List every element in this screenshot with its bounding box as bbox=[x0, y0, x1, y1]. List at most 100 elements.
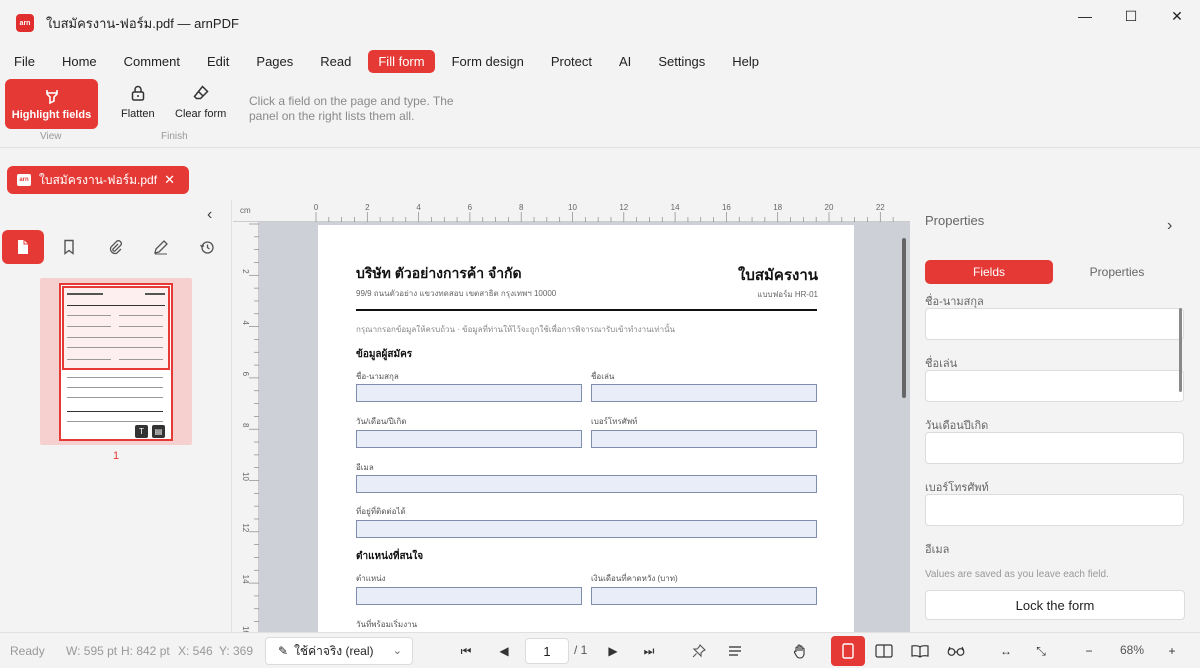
document-view[interactable]: cm 0 2 4 6 8 10 12 14 16 18 20 22 2 4 6 8 10 12 14 16 บริษั… bbox=[233, 200, 910, 632]
clear-form-button[interactable]: Clear form bbox=[175, 84, 226, 120]
fields-scrollbar[interactable] bbox=[1179, 308, 1182, 392]
status-bar: Ready W: 595 pt H: 842 pt X: 546 Y: 369 … bbox=[0, 632, 1200, 668]
thumbnail-visible-area bbox=[62, 286, 170, 370]
rp-input-phone[interactable] bbox=[925, 494, 1184, 526]
rp-input-fullname[interactable] bbox=[925, 308, 1184, 340]
close-window-button[interactable]: ✕ bbox=[1154, 0, 1200, 32]
label-email: อีเมล bbox=[356, 463, 374, 472]
vertical-ruler-ticks: 246810121416 bbox=[241, 223, 259, 632]
clear-form-label: Clear form bbox=[175, 108, 227, 120]
left-panel: ‹ T ▤ 1 bbox=[0, 200, 232, 632]
ruler-label: 8 bbox=[519, 203, 524, 212]
ribbon: Highlight fields View Flatten Clear form… bbox=[0, 76, 1200, 148]
lock-form-button[interactable]: Lock the form bbox=[925, 590, 1185, 620]
collapse-right-panel-icon[interactable]: › bbox=[1167, 217, 1172, 235]
collapse-left-panel-icon[interactable]: ‹ bbox=[207, 206, 212, 224]
pdf-page: บริษัท ตัวอย่างการค้า จำกัด ใบสมัครงาน 9… bbox=[318, 225, 854, 632]
document-scrollbar[interactable] bbox=[902, 238, 906, 398]
zoom-in-icon[interactable]: + bbox=[1161, 641, 1183, 661]
field-position[interactable] bbox=[356, 587, 582, 605]
section-position: ตำแหน่งที่สนใจ bbox=[356, 551, 424, 562]
hand-tool-icon[interactable] bbox=[789, 641, 811, 661]
page-total: / 1 bbox=[574, 643, 588, 657]
field-birthdate[interactable] bbox=[356, 430, 582, 448]
fit-width-icon[interactable]: ↔ bbox=[995, 641, 1017, 661]
tab-fields[interactable]: Fields bbox=[925, 260, 1053, 284]
page-height: H: 842 pt bbox=[121, 644, 170, 658]
tab-signatures[interactable] bbox=[140, 230, 182, 264]
field-salary[interactable] bbox=[591, 587, 817, 605]
fit-page-icon[interactable]: ⤡ bbox=[1030, 641, 1052, 661]
minimize-button[interactable]: — bbox=[1062, 0, 1108, 32]
document-tab-label: ใบสมัครงาน-ฟอร์ม.pdf bbox=[39, 172, 158, 187]
book-view-icon[interactable] bbox=[909, 641, 931, 661]
page-number-input[interactable]: 1 bbox=[525, 638, 569, 664]
thumbnail-page: T ▤ bbox=[59, 283, 173, 441]
value-mode-select[interactable]: ✎ ใช้ค่าจริง (real) ⌄ bbox=[265, 637, 413, 665]
tab-pages[interactable] bbox=[2, 230, 44, 264]
right-panel: Properties › Fields Properties ชื่อ-นามส… bbox=[911, 200, 1200, 632]
menu-ai[interactable]: AI bbox=[609, 50, 641, 73]
menu-form-design[interactable]: Form design bbox=[442, 50, 534, 73]
tab-attachments[interactable] bbox=[94, 230, 136, 264]
single-page-view-button[interactable] bbox=[831, 636, 865, 666]
value-mode-label: ใช้ค่าจริง (real) bbox=[294, 643, 374, 658]
label-nickname: ชื่อเล่น bbox=[591, 372, 615, 381]
menu-comment[interactable]: Comment bbox=[114, 50, 190, 73]
field-phone[interactable] bbox=[591, 430, 817, 448]
field-email[interactable] bbox=[356, 475, 817, 493]
single-page-icon bbox=[842, 643, 854, 659]
ruler-label: 20 bbox=[825, 203, 834, 212]
page-thumbnail[interactable]: T ▤ bbox=[40, 278, 192, 445]
last-page-icon[interactable]: ⏭ bbox=[638, 641, 660, 661]
document-tab[interactable]: arn ใบสมัครงาน-ฟอร์ม.pdf ✕ bbox=[7, 166, 189, 194]
menu-protect[interactable]: Protect bbox=[541, 50, 602, 73]
window-title: ใบสมัครงาน-ฟอร์ม.pdf — arnPDF bbox=[46, 15, 239, 31]
rp-input-nickname[interactable] bbox=[925, 370, 1184, 402]
tab-properties[interactable]: Properties bbox=[1053, 260, 1181, 284]
rp-input-birthdate[interactable] bbox=[925, 432, 1184, 464]
menu-help[interactable]: Help bbox=[722, 50, 769, 73]
panel-segment: Fields Properties bbox=[925, 260, 1185, 284]
menu-edit[interactable]: Edit bbox=[197, 50, 239, 73]
menu-home[interactable]: Home bbox=[52, 50, 107, 73]
pin-icon[interactable] bbox=[688, 641, 710, 661]
flatten-button[interactable]: Flatten bbox=[121, 84, 155, 120]
tab-history[interactable] bbox=[186, 230, 228, 264]
field-fullname[interactable] bbox=[356, 384, 582, 402]
highlight-fields-label: Highlight fields bbox=[11, 108, 92, 121]
label-fullname: ชื่อ-นามสกุล bbox=[356, 372, 399, 381]
status-ready: Ready bbox=[10, 644, 45, 658]
two-page-view-icon[interactable] bbox=[873, 641, 895, 661]
close-tab-icon[interactable]: ✕ bbox=[164, 172, 175, 188]
signature-pen-icon bbox=[154, 240, 168, 255]
menu-settings[interactable]: Settings bbox=[648, 50, 715, 73]
field-nickname[interactable] bbox=[591, 384, 817, 402]
next-page-icon[interactable]: ▶ bbox=[602, 641, 624, 661]
rp-label-email: อีเมล bbox=[925, 544, 950, 556]
menu-read[interactable]: Read bbox=[310, 50, 361, 73]
maximize-button[interactable]: ☐ bbox=[1108, 0, 1154, 32]
ruler-label: 8 bbox=[241, 423, 250, 428]
ruler-label: 10 bbox=[241, 472, 250, 481]
field-address[interactable] bbox=[356, 520, 817, 538]
text-field-badge: T bbox=[135, 425, 148, 438]
ruler-label: 4 bbox=[416, 203, 421, 212]
first-page-icon[interactable]: ⏮ bbox=[455, 641, 477, 661]
reading-glasses-icon[interactable] bbox=[945, 641, 967, 661]
company-address: 99/9 ถนนตัวอย่าง แขวงทดสอบ เขตสาธิต กรุง… bbox=[356, 289, 557, 298]
menu-lines-icon[interactable] bbox=[724, 641, 746, 661]
menu-file[interactable]: File bbox=[4, 50, 45, 73]
highlight-fields-button[interactable]: Highlight fields bbox=[5, 79, 98, 129]
thumbnail-page-number: 1 bbox=[113, 450, 120, 462]
finish-group-label: Finish bbox=[161, 131, 188, 142]
tab-bookmarks[interactable] bbox=[48, 230, 90, 264]
ruler-label: 16 bbox=[722, 203, 731, 212]
company-name: บริษัท ตัวอย่างการค้า จำกัด bbox=[356, 265, 522, 281]
previous-page-icon[interactable]: ◀ bbox=[493, 641, 515, 661]
menu-fill-form[interactable]: Fill form bbox=[368, 49, 435, 73]
document-tab-bar: arn ใบสมัครงาน-ฟอร์ม.pdf ✕ bbox=[0, 160, 1200, 198]
zoom-out-icon[interactable]: − bbox=[1078, 641, 1100, 661]
cursor-x: X: 546 bbox=[178, 644, 213, 658]
menu-pages[interactable]: Pages bbox=[246, 50, 303, 73]
